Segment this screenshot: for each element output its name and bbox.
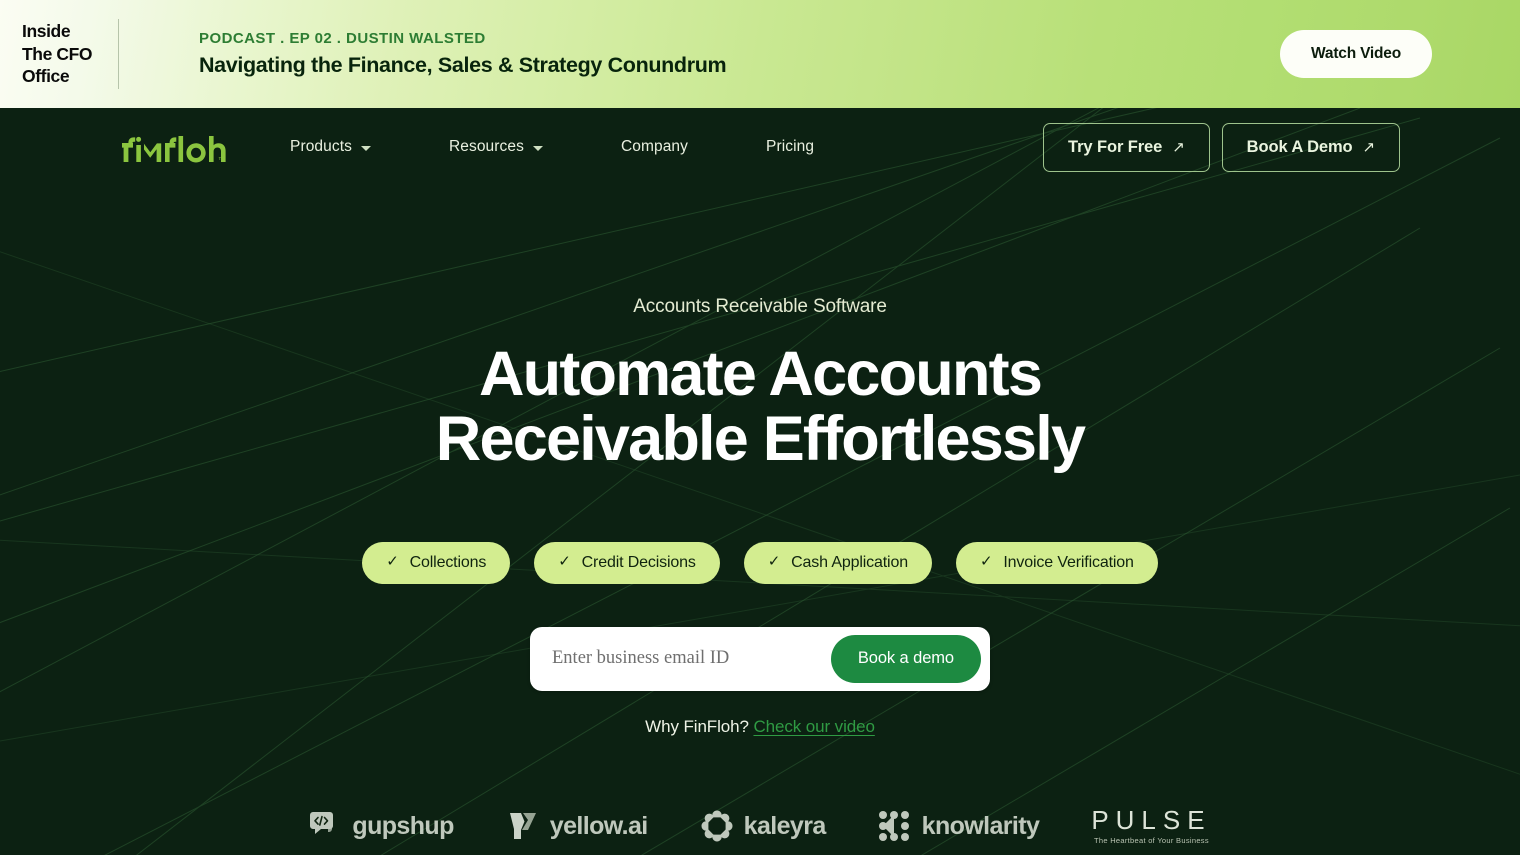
podcast-banner: Inside The CFO Office PODCAST . EP 02 . … (0, 0, 1520, 108)
client-name-kaleyra: kaleyra (743, 811, 827, 840)
feature-pill-list: ✓ Collections ✓ Credit Decisions ✓ Cash … (0, 541, 1520, 584)
nav-actions: Try For Free ↗ Book A Demo ↗ (1043, 122, 1400, 172)
email-capture-form: Book a demo (530, 626, 990, 691)
feature-pill-cash-application[interactable]: ✓ Cash Application (743, 541, 932, 584)
headline-line-2: Receivable Effortlessly (435, 403, 1086, 474)
try-for-free-button[interactable]: Try For Free ↗ (1043, 122, 1210, 172)
main-navigation: ™ Products Resources Company Pricing Try… (0, 108, 1520, 186)
client-logo-yellow-ai: yellow.ai (506, 809, 648, 843)
client-name-pulse: PULSE (1091, 805, 1212, 835)
watch-video-button[interactable]: Watch Video (1280, 30, 1432, 78)
client-logo-strip: gupshup yellow.ai kaleyra knowlarity PUL… (0, 807, 1520, 845)
page-title: Automate Accounts Receivable Effortlessl… (0, 342, 1520, 472)
chevron-down-icon (532, 145, 543, 151)
feature-pill-label: Credit Decisions (581, 553, 696, 571)
chevron-down-icon (360, 145, 371, 151)
cfo-logo-line-1: Inside (22, 21, 71, 42)
cfo-logo-line-3: Office (22, 66, 70, 87)
check-icon: ✓ (767, 553, 781, 571)
nav-item-resources[interactable]: Resources (427, 130, 565, 164)
feature-pill-credit-decisions[interactable]: ✓ Credit Decisions (534, 541, 720, 584)
check-icon: ✓ (979, 553, 993, 571)
book-a-demo-submit-button[interactable]: Book a demo (830, 634, 981, 683)
banner-episode-label: PODCAST . EP 02 . DUSTIN WALSTED (199, 30, 486, 47)
book-a-demo-label: Book A Demo (1246, 137, 1353, 156)
client-name-gupshup: gupshup (352, 811, 454, 840)
nav-links: Products Resources Company Pricing (268, 130, 836, 164)
nav-item-products[interactable]: Products (268, 130, 393, 164)
book-a-demo-button[interactable]: Book A Demo ↗ (1221, 122, 1400, 172)
business-email-input[interactable] (530, 648, 831, 670)
nav-item-pricing[interactable]: Pricing (744, 130, 836, 164)
check-icon: ✓ (558, 553, 571, 571)
feature-pill-label: Cash Application (791, 553, 908, 571)
why-finfloh-label: Why FinFloh? (645, 716, 749, 736)
yellow-y-icon (509, 813, 536, 839)
client-tagline-pulse: The Heartbeat of Your Business (1093, 836, 1209, 845)
client-name-yellow-ai: yellow.ai (549, 811, 648, 840)
headline-line-1: Automate Accounts (478, 339, 1043, 409)
client-name-knowlarity: knowlarity (921, 811, 1040, 840)
feature-pill-collections[interactable]: ✓ Collections (362, 541, 511, 584)
finfloh-logo[interactable]: ™ (120, 129, 226, 165)
svg-text:™: ™ (218, 157, 225, 164)
cfo-logo-line-2: The CFO (22, 43, 93, 64)
feature-pill-invoice-verification[interactable]: ✓ Invoice Verification (955, 541, 1158, 584)
client-logo-knowlarity: knowlarity (878, 810, 1040, 842)
inside-the-cfo-office-logo: Inside The CFO Office (0, 20, 118, 87)
arrow-up-right-icon: ↗ (1362, 138, 1376, 156)
chat-bubble-code-icon (310, 812, 334, 834)
client-logo-pulse: PULSE The Heartbeat of Your Business (1091, 807, 1211, 845)
banner-episode-title: Navigating the Finance, Sales & Strategy… (199, 53, 727, 77)
banner-text-block: PODCAST . EP 02 . DUSTIN WALSTED Navigat… (119, 30, 1280, 78)
nav-item-resources-label: Resources (448, 138, 524, 155)
arrow-up-right-icon: ↗ (1172, 138, 1185, 156)
dot-matrix-icon (878, 811, 909, 841)
try-for-free-label: Try For Free (1068, 137, 1163, 156)
check-our-video-link[interactable]: Check our video (753, 717, 874, 736)
feature-pill-label: Invoice Verification (1003, 553, 1134, 571)
hero-content: Accounts Receivable Software Automate Ac… (0, 186, 1520, 737)
nav-item-company[interactable]: Company (599, 130, 710, 164)
finfloh-logo-mark: ™ (122, 136, 226, 164)
kaleyra-flower-icon (701, 810, 733, 842)
feature-pill-label: Collections (409, 553, 487, 571)
hero-eyebrow: Accounts Receivable Software (633, 296, 887, 317)
nav-item-pricing-label: Pricing (766, 138, 815, 155)
nav-item-products-label: Products (290, 138, 352, 155)
why-finfloh-row: Why FinFloh? Check our video (0, 717, 1520, 737)
client-logo-kaleyra: kaleyra (700, 809, 826, 843)
hero-section: ™ Products Resources Company Pricing Try… (0, 108, 1520, 855)
nav-item-company-label: Company (620, 138, 689, 155)
client-logo-gupshup: gupshup (308, 811, 454, 841)
check-icon: ✓ (386, 553, 399, 571)
